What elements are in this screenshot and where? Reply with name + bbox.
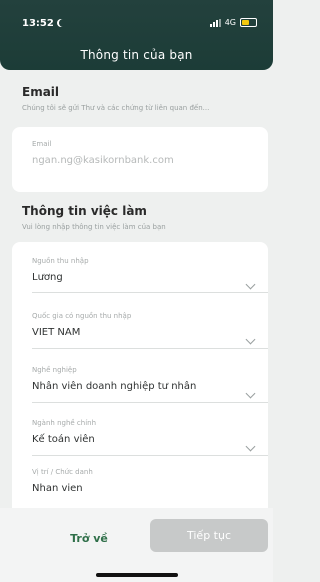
job-section-title: Thông tin việc làm <box>22 204 147 218</box>
battery-icon <box>240 18 257 27</box>
status-time: 13:52 <box>22 18 67 29</box>
income-country-select[interactable]: Quốc gia có nguồn thu nhập VIET NAM <box>32 312 268 345</box>
back-button[interactable]: Trở về <box>44 526 134 552</box>
signal-icon <box>209 18 221 27</box>
income-source-select[interactable]: Nguồn thu nhập Lương <box>32 257 268 290</box>
occupation-label: Nghề nghiệp <box>32 366 77 374</box>
occupation-select[interactable]: Nghề nghiệp Nhân viên doanh nghiệp tư nh… <box>32 366 268 399</box>
income-source-value: Lương <box>32 272 63 283</box>
occupation-value: Nhân viên doanh nghiệp tư nhân <box>32 381 197 392</box>
income-source-label: Nguồn thu nhập <box>32 257 89 265</box>
header-bar: 13:52 4G Thông tin của bạn <box>0 0 273 70</box>
email-section-subtitle: Chúng tôi sẽ gửi Thư và các chứng từ liê… <box>22 104 210 112</box>
job-card: Nguồn thu nhập Lương Quốc gia có nguồn t… <box>12 242 268 522</box>
email-field-value: ngan.ng@kasikornbank.com <box>32 155 174 166</box>
status-indicators: 4G <box>209 18 257 27</box>
income-country-value: VIET NAM <box>32 327 81 338</box>
home-indicator <box>96 573 178 577</box>
status-time-text: 13:52 <box>22 18 54 29</box>
network-label: 4G <box>224 18 236 27</box>
continue-button[interactable]: Tiếp tục <box>150 519 268 552</box>
page-title: Thông tin của bạn <box>80 48 193 62</box>
income-country-label: Quốc gia có nguồn thu nhập <box>32 312 132 320</box>
divider <box>32 402 268 403</box>
main-industry-select[interactable]: Ngành nghề chính Kế toán viên <box>32 419 268 452</box>
email-field-label: Email <box>32 140 52 148</box>
position-field[interactable]: Vị trí / Chức danh Nhan vien <box>32 468 268 494</box>
job-section-subtitle: Vui lòng nhập thông tin việc làm của bạn <box>22 223 166 231</box>
email-card: Email ngan.ng@kasikornbank.com <box>12 127 268 192</box>
divider <box>32 292 268 293</box>
moon-icon <box>59 19 67 27</box>
main-industry-label: Ngành nghề chính <box>32 419 97 427</box>
email-field[interactable]: Email ngan.ng@kasikornbank.com <box>32 140 268 166</box>
main-industry-value: Kế toán viên <box>32 434 95 445</box>
email-section-title: Email <box>22 85 60 99</box>
position-label: Vị trí / Chức danh <box>32 468 93 476</box>
divider <box>32 348 268 349</box>
divider <box>32 455 268 456</box>
position-value: Nhan vien <box>32 483 83 494</box>
